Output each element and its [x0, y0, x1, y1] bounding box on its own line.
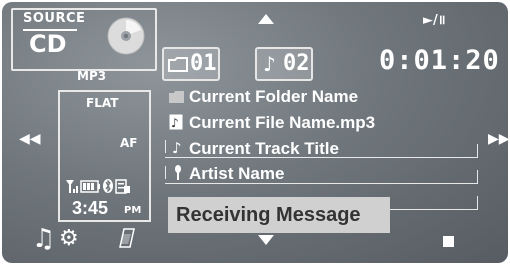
phonebook-icon: [115, 179, 130, 194]
display-screen: SOURCE CD MP3 ►/॥ 01 ♪ 02 0:01:20 Curren…: [2, 2, 508, 263]
skip-previous-icon[interactable]: ◀◀: [19, 131, 41, 147]
folder-number-button[interactable]: 01: [162, 47, 220, 81]
music-note-icon: ♪: [263, 52, 276, 76]
track-note-icon: ♪: [172, 139, 182, 157]
artist-left-bar: [165, 166, 166, 179]
elapsed-time: 0:01:20: [379, 45, 500, 76]
folder-name-icon: [169, 91, 184, 103]
message-right-bar: [477, 196, 478, 209]
folder-name: Current Folder Name: [189, 87, 359, 106]
source-label: SOURCE: [23, 11, 86, 26]
file-number: 02: [283, 51, 310, 76]
down-arrow-button[interactable]: [258, 235, 274, 245]
track-title-left-bar: [165, 140, 166, 153]
track-title-right-bar: [477, 144, 478, 157]
artist-name: Artist Name: [189, 164, 285, 183]
format-label: MP3: [77, 69, 107, 83]
microphone-icon: [175, 165, 181, 180]
artist-underline: [165, 183, 478, 184]
phone-icon[interactable]: [118, 228, 138, 250]
folder-number: 01: [190, 51, 217, 76]
file-number-button[interactable]: ♪ 02: [255, 47, 313, 81]
stop-button[interactable]: [443, 236, 454, 247]
message-underline: [390, 209, 478, 210]
status-icons: [66, 179, 130, 194]
clock-ampm: PM: [124, 205, 142, 216]
track-title-underline: [165, 157, 478, 158]
bluetooth-icon: [103, 179, 113, 193]
source-name: CD: [29, 30, 67, 58]
cd-disc-icon: [107, 17, 145, 55]
play-pause-button[interactable]: ►/॥: [423, 10, 446, 28]
artist-right-bar: [477, 170, 478, 183]
clock-time: 3:45: [72, 198, 109, 218]
af-indicator: AF: [120, 136, 138, 150]
file-icon: ♪: [169, 114, 183, 130]
track-title: Current Track Title: [189, 139, 339, 158]
file-name: Current File Name.mp3: [189, 113, 376, 132]
svg-text:♪: ♪: [171, 116, 179, 130]
receiving-message: Receiving Message: [168, 197, 390, 233]
battery-icon: [80, 180, 100, 193]
eq-mode-label: FLAT: [86, 96, 119, 110]
gear-icon: ⚙: [59, 226, 79, 251]
music-notes-icon: ♫: [32, 224, 56, 254]
skip-next-icon[interactable]: ▶▶: [488, 131, 508, 147]
folder-icon: [168, 57, 188, 72]
up-arrow-button[interactable]: [258, 14, 274, 24]
signal-icon: [66, 180, 78, 193]
